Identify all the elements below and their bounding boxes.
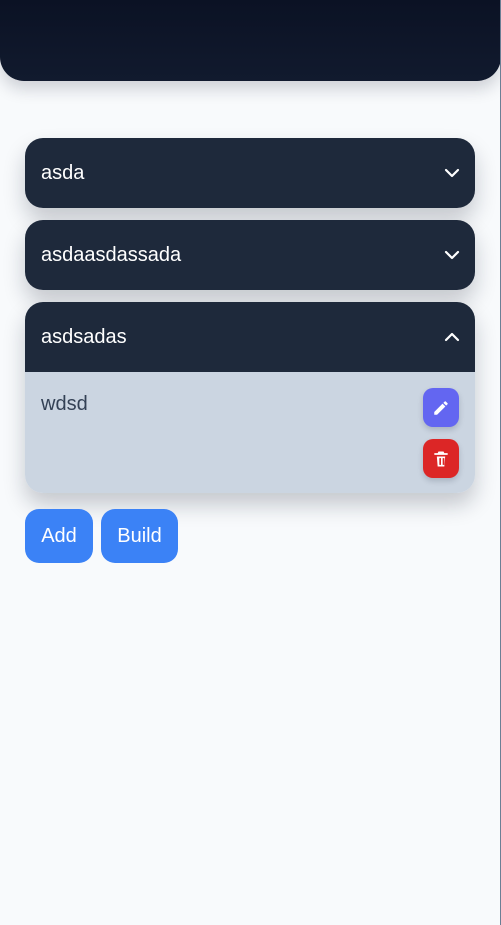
add-button[interactable]: Add — [25, 509, 93, 563]
accordion-item-asdsadas: asdsadas wdsd — [25, 302, 475, 493]
chevron-down-icon — [444, 168, 460, 178]
accordion-item-asda: asda — [25, 138, 475, 208]
accordion-title: asda — [41, 162, 85, 184]
accordion-title: asdsadas — [41, 326, 127, 348]
top-header — [0, 0, 501, 81]
trash-icon — [434, 451, 448, 466]
accordion-header-asdsadas[interactable]: asdsadas — [25, 302, 475, 372]
pencil-icon — [434, 400, 448, 415]
chevron-up-icon — [444, 332, 460, 342]
accordion-header-asda[interactable]: asda — [25, 138, 475, 208]
edit-button[interactable] — [423, 388, 459, 427]
delete-button[interactable] — [423, 439, 459, 478]
accordion-title: asdaasdassada — [41, 244, 182, 266]
accordion-header-asdaasdassada[interactable]: asdaasdassada — [25, 220, 475, 290]
chevron-down-icon — [444, 250, 460, 260]
list-item-text: wdsd — [41, 393, 88, 415]
accordion-content: wdsd — [25, 372, 475, 493]
build-button[interactable]: Build — [101, 509, 178, 563]
accordion-item-asdaasdassada: asdaasdassada — [25, 220, 475, 290]
